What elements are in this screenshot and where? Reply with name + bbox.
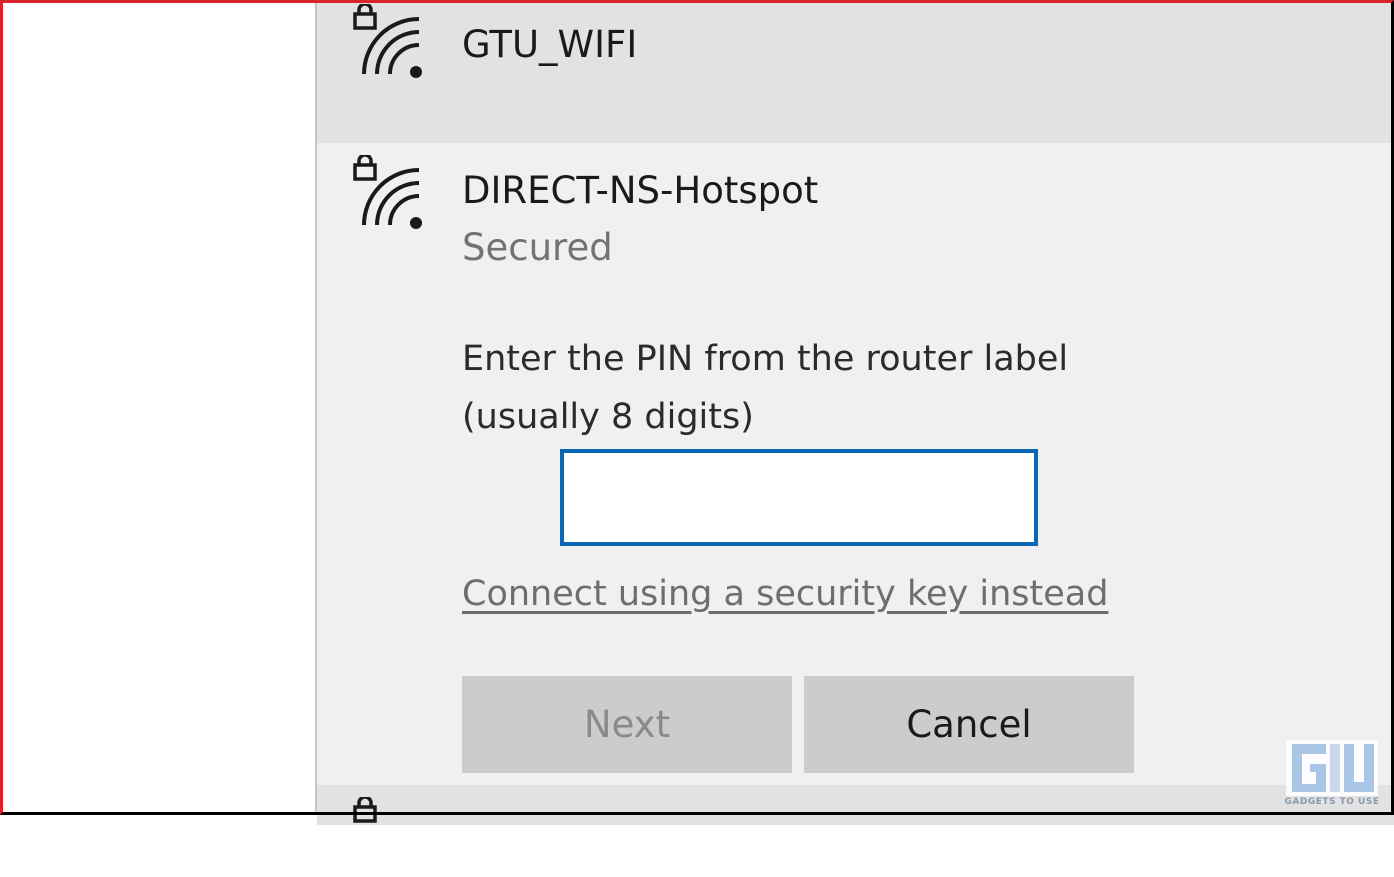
gadgets-to-use-logo-icon	[1286, 740, 1378, 796]
network-ssid: GTU_WIFI	[462, 23, 638, 66]
wifi-secured-icon	[353, 4, 433, 84]
security-key-link[interactable]: Connect using a security key instead	[462, 574, 1108, 614]
pin-prompt: Enter the PIN from the router label (usu…	[462, 330, 1182, 446]
wifi-secured-icon	[353, 797, 433, 877]
next-button[interactable]: Next	[462, 676, 792, 773]
watermark-text: GADGETS TO USE	[1284, 797, 1380, 807]
pin-prompt-hint: (usually 8 digits)	[462, 397, 754, 437]
network-item-gtu-wifi[interactable]: GTU_WIFI	[317, 0, 1394, 143]
network-ssid: DIRECT-NS-Hotspot	[462, 169, 819, 212]
network-status: Secured	[462, 226, 613, 269]
gadgets-to-use-watermark: GADGETS TO USE	[1282, 740, 1382, 810]
wifi-secured-icon	[353, 155, 433, 235]
network-item-partial[interactable]	[317, 785, 1394, 825]
pin-input[interactable]	[560, 449, 1038, 546]
background-area	[0, 0, 315, 815]
wifi-network-list: GTU_WIFI DIRECT-NS-Hotspot Secured Enter…	[315, 0, 1394, 825]
pin-prompt-line: Enter the PIN from the router label	[462, 339, 1069, 379]
cancel-button[interactable]: Cancel	[804, 676, 1134, 773]
